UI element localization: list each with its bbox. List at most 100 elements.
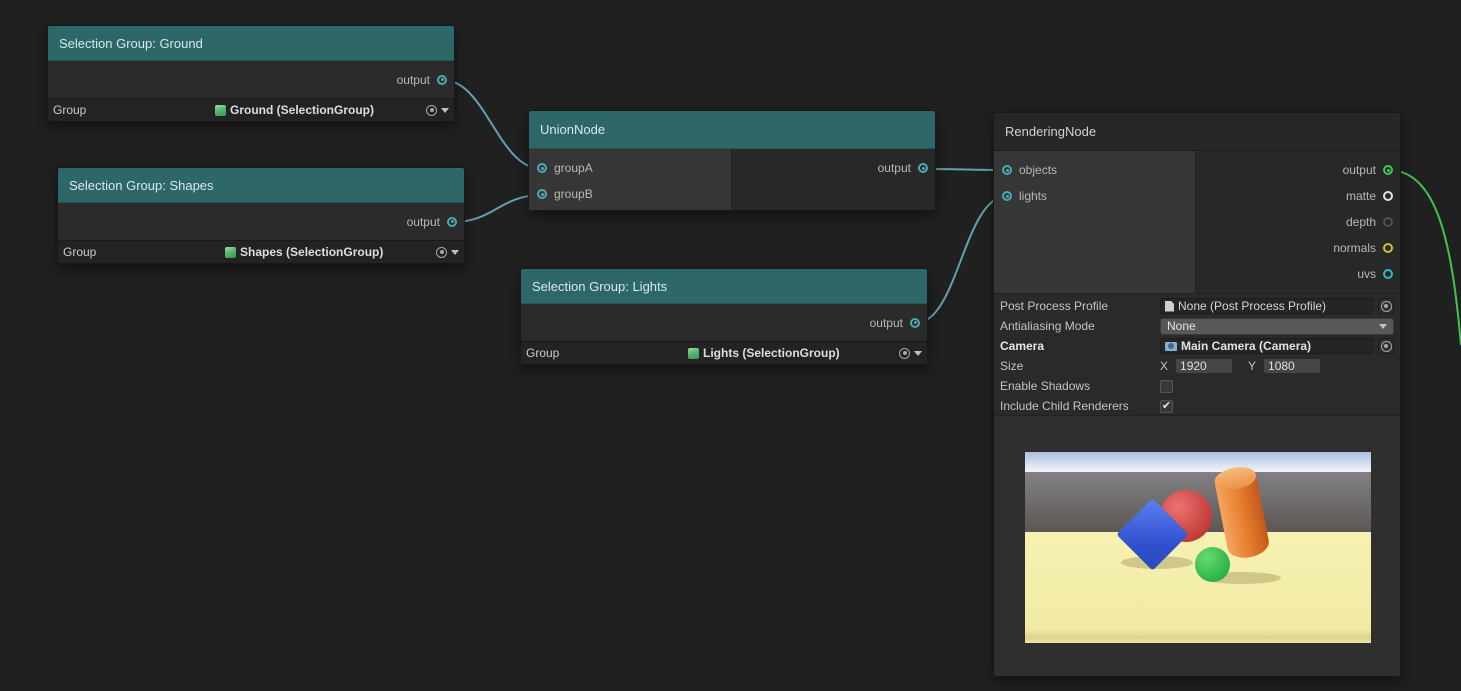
output-port-row: output [1196, 157, 1400, 183]
node-header[interactable]: Selection Group: Lights [521, 269, 927, 304]
camera-value: Main Camera (Camera) [1181, 339, 1312, 353]
output-port-label: output [869, 315, 903, 330]
selection-group-asset-icon [215, 104, 226, 116]
post-process-profile-value: None (Post Process Profile) [1178, 299, 1327, 313]
input-port-label: lights [1019, 189, 1048, 203]
selection-group-asset-icon [225, 246, 236, 258]
input-port-label: groupB [554, 187, 593, 201]
output-port-row: matte [1196, 183, 1400, 209]
output-port-label: matte [1345, 189, 1376, 203]
output-port[interactable] [437, 74, 447, 85]
node-union[interactable]: UnionNode groupA groupB output [528, 110, 936, 211]
node-title: Selection Group: Lights [532, 278, 668, 294]
output-port[interactable] [910, 317, 920, 328]
group-object-field[interactable]: Shapes (SelectionGroup) [225, 245, 432, 259]
group-object-value: Lights (SelectionGroup) [703, 346, 840, 360]
output-port-label: output [406, 214, 440, 229]
camera-object-field[interactable]: Main Camera (Camera) [1160, 338, 1373, 354]
input-port-label: objects [1019, 163, 1058, 177]
check-icon: ✔ [1161, 399, 1172, 412]
output-port-label: output [1342, 163, 1376, 177]
output-port-normals[interactable] [1383, 243, 1393, 253]
post-process-profile-object-field[interactable]: None (Post Process Profile) [1160, 298, 1373, 314]
input-port-row: groupB [529, 181, 731, 207]
camera-preview-panel [994, 415, 1400, 676]
property-label: Post Process Profile [1000, 299, 1109, 313]
node-title: Selection Group: Ground [59, 35, 203, 51]
input-port-objects[interactable] [1002, 165, 1012, 175]
output-port-uvs[interactable] [1383, 269, 1393, 279]
node-ports: groupA groupB output [529, 149, 935, 210]
node-selection-group-lights[interactable]: Selection Group: Lights output Group Lig… [520, 268, 928, 365]
output-port[interactable] [918, 163, 928, 173]
node-selection-group-ground[interactable]: Selection Group: Ground output Group Gro… [47, 25, 455, 122]
output-port-matte[interactable] [1383, 191, 1393, 201]
group-object-field[interactable]: Lights (SelectionGroup) [688, 346, 895, 360]
group-object-value: Ground (SelectionGroup) [230, 103, 374, 117]
output-port-row: normals [1196, 235, 1400, 261]
node-header[interactable]: Selection Group: Ground [48, 26, 454, 61]
dropdown-arrow-icon[interactable] [914, 350, 922, 356]
object-picker-icon[interactable] [426, 104, 437, 116]
group-field-label: Group [526, 346, 560, 360]
property-row-antialiasing-mode: Antialiasing Mode None [1000, 316, 1394, 336]
input-port-groupA[interactable] [537, 163, 547, 173]
size-x-input[interactable] [1175, 358, 1234, 374]
dropdown-arrow-icon[interactable] [451, 249, 459, 255]
size-x-label: X [1160, 359, 1169, 373]
property-label: Antialiasing Mode [1000, 319, 1095, 333]
output-port-depth[interactable] [1383, 217, 1393, 227]
object-picker-button[interactable] [1378, 338, 1394, 354]
dropdown-arrow-icon[interactable] [441, 107, 449, 113]
property-label: Include Child Renderers [1000, 399, 1129, 413]
property-row-size: Size X Y [1000, 356, 1394, 376]
input-port-lights[interactable] [1002, 191, 1012, 201]
node-header[interactable]: RenderingNode [994, 113, 1400, 151]
output-port[interactable] [447, 216, 457, 227]
output-port-row: depth [1196, 209, 1400, 235]
node-title: Selection Group: Shapes [69, 177, 214, 193]
node-rendering[interactable]: RenderingNode objects lights output matt… [993, 112, 1401, 677]
camera-icon [1165, 341, 1177, 351]
object-picker-icon [1380, 300, 1392, 312]
object-picker-icon[interactable] [436, 246, 447, 258]
node-ports: objects lights output matte depth normal… [994, 151, 1400, 293]
input-port-row: objects [994, 157, 1195, 183]
input-port-row: lights [994, 183, 1195, 209]
enable-shadows-checkbox[interactable] [1160, 379, 1173, 393]
group-object-field[interactable]: Ground (SelectionGroup) [215, 103, 422, 117]
object-picker-icon [1380, 340, 1392, 352]
graph-canvas[interactable]: Selection Group: Ground output Group Gro… [0, 0, 1461, 691]
output-port-label: normals [1333, 241, 1376, 255]
node-body: output [521, 304, 927, 341]
object-picker-button[interactable] [1378, 298, 1394, 314]
property-row-camera: Camera Main Camera (Camera) [1000, 336, 1394, 356]
object-picker-icon[interactable] [899, 347, 910, 359]
property-row-enable-shadows: Enable Shadows [1000, 376, 1394, 396]
node-body: output [58, 203, 464, 240]
preview-green-sphere [1195, 547, 1230, 582]
profile-asset-icon [1165, 300, 1174, 312]
output-ports-panel: output [732, 149, 935, 210]
node-title: UnionNode [540, 122, 606, 137]
group-field-label: Group [63, 245, 97, 259]
antialiasing-mode-value: None [1167, 319, 1196, 333]
node-footer: Group Shapes (SelectionGroup) [58, 240, 464, 263]
node-body: output [48, 61, 454, 98]
node-header[interactable]: Selection Group: Shapes [58, 168, 464, 203]
node-header[interactable]: UnionNode [529, 111, 935, 149]
node-selection-group-shapes[interactable]: Selection Group: Shapes output Group Sha… [57, 167, 465, 264]
include-child-renderers-checkbox[interactable]: ✔ [1160, 399, 1173, 413]
antialiasing-mode-dropdown[interactable]: None [1160, 317, 1394, 335]
output-ports-panel: output matte depth normals uvs [1196, 151, 1400, 293]
input-port-groupB[interactable] [537, 189, 547, 199]
input-port-label: groupA [554, 161, 593, 175]
node-title: RenderingNode [1005, 124, 1097, 139]
output-port-output[interactable] [1383, 165, 1393, 175]
size-y-label: Y [1248, 359, 1257, 373]
input-port-row: groupA [529, 155, 731, 181]
preview-ground-plane [1025, 532, 1371, 643]
output-port-row: uvs [1196, 261, 1400, 287]
group-object-value: Shapes (SelectionGroup) [240, 245, 384, 259]
size-y-input[interactable] [1263, 358, 1322, 374]
